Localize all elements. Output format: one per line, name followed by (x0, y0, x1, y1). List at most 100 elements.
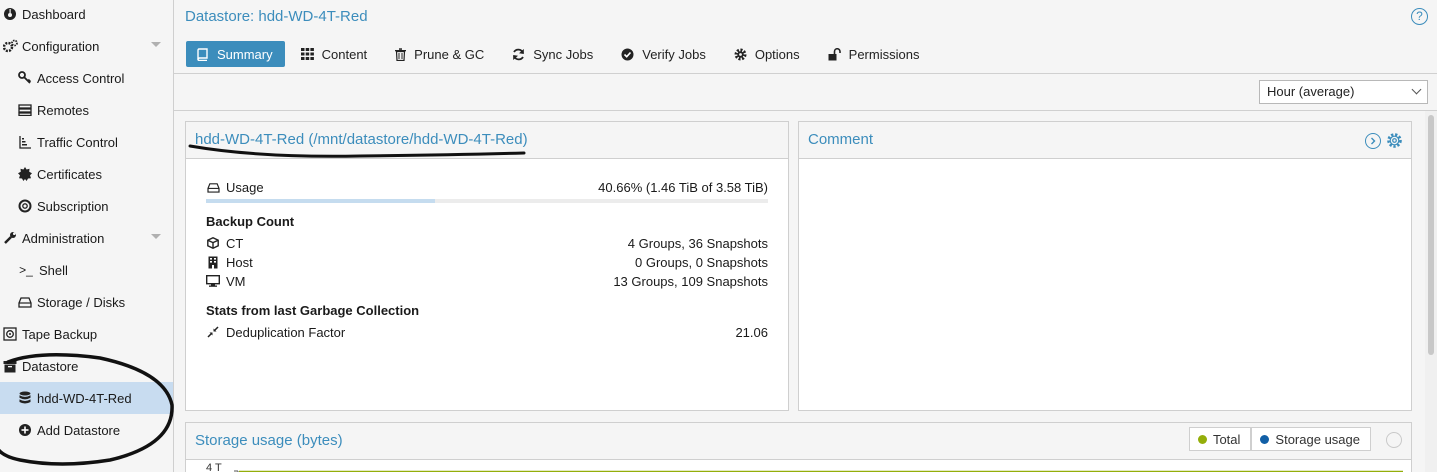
sidebar: Dashboard Configuration Access Control R… (0, 0, 174, 472)
comment-tools (1359, 132, 1403, 149)
plus-circle-icon (17, 422, 33, 438)
wrench-icon (2, 230, 18, 246)
sidebar-item-add-datastore[interactable]: Add Datastore (0, 414, 173, 446)
tape-icon (2, 326, 18, 342)
sidebar-item-hdd-wd-4t-red[interactable]: hdd-WD-4T-Red (0, 382, 173, 414)
tab-permissions[interactable]: Permissions (818, 41, 932, 67)
chart-legend: Total Storage usage (1188, 427, 1371, 451)
sidebar-item-label: Remotes (37, 102, 90, 118)
chevron-down-icon[interactable] (151, 42, 161, 47)
server-icon (17, 102, 33, 118)
timeframe-value: Hour (average) (1267, 84, 1355, 99)
th-icon (300, 48, 314, 60)
comment-title: Comment (808, 131, 874, 148)
main-content: hdd-WD-4T-Red (/mnt/datastore/hdd-WD-4T-… (174, 111, 1437, 472)
chevron-down-icon (1411, 84, 1422, 95)
archive-icon (2, 358, 18, 374)
legend-item-total[interactable]: Total (1188, 427, 1252, 451)
comment-panel: Comment (798, 121, 1412, 411)
tab-content[interactable]: Content (291, 41, 380, 67)
tab-label: Permissions (848, 46, 920, 62)
tab-sync-jobs[interactable]: Sync Jobs (502, 41, 605, 67)
book-icon (196, 47, 209, 61)
sidebar-item-shell[interactable]: >_ Shell (0, 254, 173, 286)
sidebar-item-label: Datastore (22, 358, 79, 374)
storage-usage-title: Storage usage (bytes) (195, 432, 343, 449)
sidebar-item-access-control[interactable]: Access Control (0, 62, 173, 94)
tab-label: Verify Jobs (642, 46, 706, 62)
tab-options[interactable]: Options (724, 41, 812, 67)
chevron-right-icon (1371, 137, 1376, 144)
sidebar-item-administration[interactable]: Administration (0, 222, 173, 254)
sidebar-item-dashboard[interactable]: Dashboard (0, 0, 173, 30)
datastore-info-body: Usage 40.66% (1.46 TiB of 3.58 TiB) Back… (186, 158, 788, 410)
tab-label: Content (321, 46, 368, 62)
cube-icon (206, 237, 220, 249)
usage-row: Usage 40.66% (1.46 TiB of 3.58 TiB) (206, 178, 768, 196)
tab-bar: Summary Content Prune & GC Sync Jobs Ver… (186, 41, 937, 67)
page-title: Datastore: hdd-WD-4T-Red (185, 8, 368, 25)
hdd-icon (17, 294, 33, 310)
legend-item-storage-usage[interactable]: Storage usage (1251, 427, 1371, 451)
trash-icon (395, 47, 407, 61)
sidebar-item-traffic-control[interactable]: Traffic Control (0, 126, 173, 158)
storage-usage-panel: Storage usage (bytes) Total Storage usag… (185, 422, 1412, 472)
sidebar-item-label: Subscription (37, 198, 109, 214)
tab-verify-jobs[interactable]: Verify Jobs (611, 41, 718, 67)
usage-progress-bar (206, 199, 768, 203)
support-icon (17, 198, 33, 214)
help-button[interactable]: ? (1411, 8, 1428, 25)
sidebar-item-label: Access Control (37, 70, 125, 86)
certificate-icon (17, 166, 33, 182)
database-icon (17, 390, 33, 406)
datastore-info-title: hdd-WD-4T-Red (/mnt/datastore/hdd-WD-4T-… (195, 131, 528, 148)
sidebar-item-label: Dashboard (22, 6, 86, 22)
count-value: 13 Groups, 109 Snapshots (613, 273, 768, 289)
sidebar-item-configuration[interactable]: Configuration (0, 30, 173, 62)
key-icon (17, 70, 33, 86)
count-row-vm: VM 13 Groups, 109 Snapshots (206, 272, 768, 290)
storage-chart: 4 T (186, 459, 1411, 472)
sidebar-item-subscription[interactable]: Subscription (0, 190, 173, 222)
comment-body (799, 158, 1411, 410)
sidebar-item-label: hdd-WD-4T-Red (37, 390, 132, 406)
tab-summary[interactable]: Summary (186, 41, 285, 67)
sidebar-item-label: Configuration (22, 38, 100, 54)
sidebar-item-label: Tape Backup (22, 326, 98, 342)
tab-label: Summary (217, 46, 273, 62)
hdd-icon (206, 182, 220, 193)
backup-count-title: Backup Count (206, 214, 295, 229)
count-label: CT (226, 235, 244, 251)
dedup-row: Deduplication Factor 21.06 (206, 323, 768, 341)
legend-dot (1197, 434, 1207, 444)
unlock-icon (828, 47, 841, 61)
expand-button[interactable] (1365, 132, 1381, 149)
tab-label: Options (754, 46, 800, 62)
refresh-icon (512, 48, 525, 61)
usage-progress-fill (206, 199, 435, 203)
sidebar-item-label: Shell (39, 262, 68, 278)
chevron-down-icon[interactable] (151, 234, 161, 239)
count-label: Host (226, 254, 253, 270)
scrollbar[interactable] (1425, 111, 1437, 472)
dashboard-icon (2, 6, 18, 22)
toolbar: Hour (average) (174, 74, 1437, 111)
tab-label: Sync Jobs (533, 46, 594, 62)
sidebar-item-datastore[interactable]: Datastore (0, 350, 173, 382)
sidebar-item-remotes[interactable]: Remotes (0, 94, 173, 126)
scrollbar-thumb[interactable] (1428, 115, 1434, 355)
sidebar-item-label: Certificates (37, 166, 103, 182)
count-row-host: Host 0 Groups, 0 Snapshots (206, 253, 768, 271)
dedup-label: Deduplication Factor (226, 324, 346, 340)
count-value: 4 Groups, 36 Snapshots (627, 235, 768, 251)
chart-undo-zoom-button[interactable] (1386, 432, 1402, 448)
tab-prune-gc[interactable]: Prune & GC (385, 41, 496, 67)
legend-label: Total (1212, 431, 1241, 447)
sidebar-item-storage-disks[interactable]: Storage / Disks (0, 286, 173, 318)
legend-label: Storage usage (1275, 431, 1360, 447)
sidebar-item-certificates[interactable]: Certificates (0, 158, 173, 190)
gear-icon[interactable] (1386, 132, 1403, 149)
chart-plot (234, 470, 1403, 472)
timeframe-select[interactable]: Hour (average) (1259, 80, 1428, 104)
sidebar-item-tape-backup[interactable]: Tape Backup (0, 318, 173, 350)
